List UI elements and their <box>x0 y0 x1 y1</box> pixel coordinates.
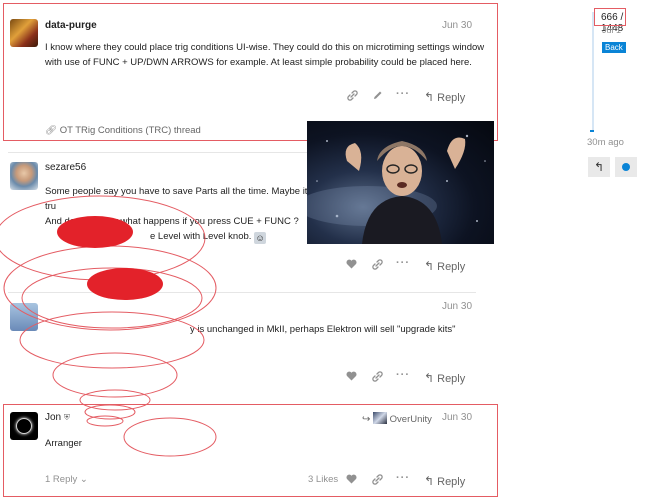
timeline-highlight <box>594 8 626 26</box>
annotation-drawing <box>0 195 217 457</box>
tracking-dot-icon <box>622 163 630 171</box>
timeline-reply-button[interactable]: ↰ <box>588 157 610 177</box>
back-button[interactable]: Back <box>602 42 626 53</box>
timeline-end-marker <box>590 130 594 132</box>
timeline-date: Jul 1 <box>602 25 622 35</box>
timeline-track[interactable] <box>592 12 594 132</box>
reply-icon: ↰ <box>593 160 605 174</box>
timeline-bottom-label: 30m ago <box>587 137 624 148</box>
notification-button[interactable] <box>615 157 637 177</box>
